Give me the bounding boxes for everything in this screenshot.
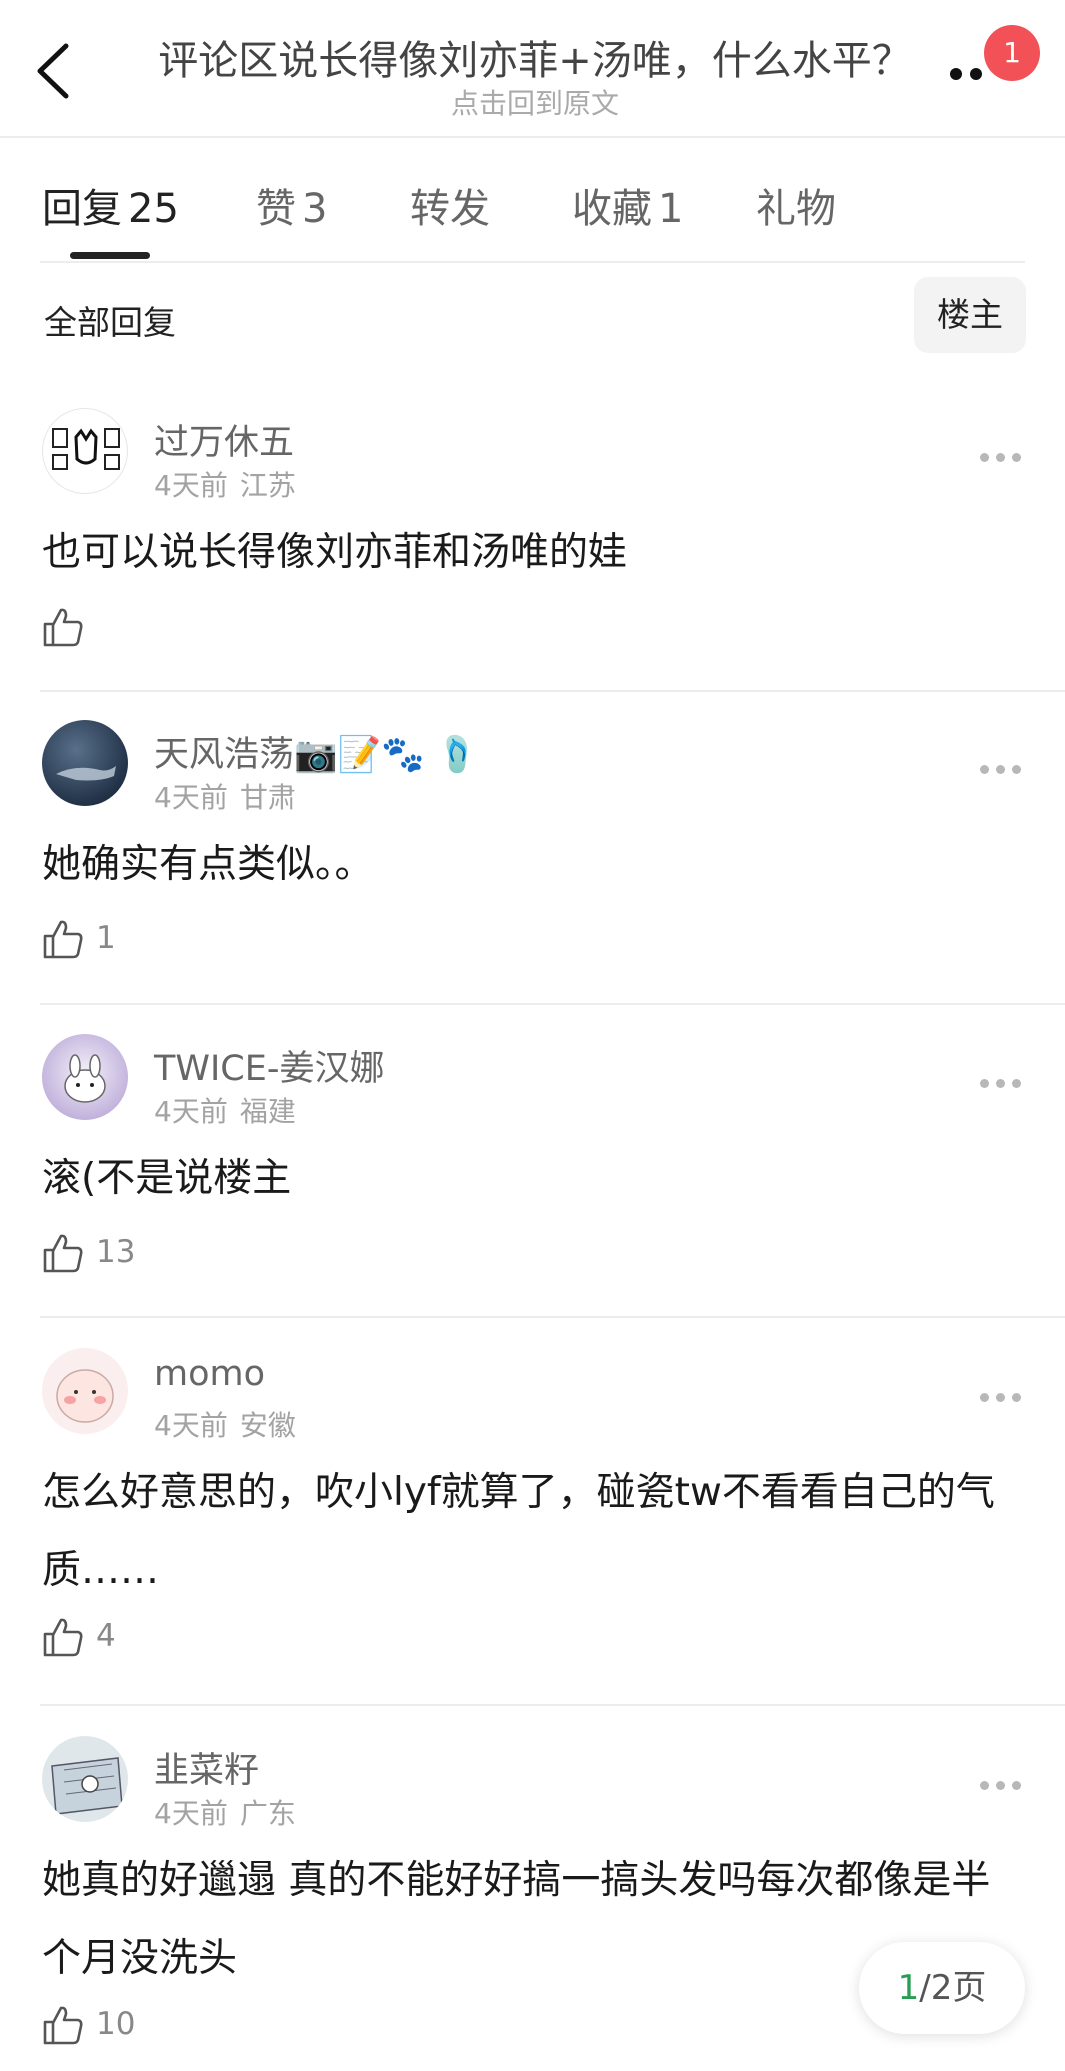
comment-location: 福建 (239, 1095, 296, 1128)
comment-more-button[interactable] (976, 1770, 1026, 1800)
divider (40, 1003, 1065, 1005)
comment-meta: 4天前 广东 (154, 1792, 296, 1832)
comment-item: 天风浩荡📷📝🐾 🩴 4天前 甘肃 她确实有点类似。。 1 (0, 712, 1065, 1002)
total-pages: /2页 (919, 1968, 987, 2008)
comment-text: 滚(不是说楼主 (42, 1156, 292, 1201)
avatar[interactable] (42, 1348, 128, 1434)
like-button[interactable]: 10 (42, 2000, 152, 2050)
tab-bar: 回复 25 赞3 转发 收藏 1 礼物 (0, 140, 1065, 263)
tab-reposts[interactable]: 转发 (410, 176, 490, 234)
tab-likes[interactable]: 赞3 (256, 176, 327, 234)
divider (40, 1704, 1065, 1706)
more-dots-icon (950, 68, 962, 80)
comment-time: 4天前 (154, 781, 228, 814)
comment-location: 江苏 (239, 469, 296, 502)
like-button[interactable]: 1 (42, 914, 142, 964)
tab-label: 礼物 (756, 186, 836, 232)
comment-text: 也可以说长得像刘亦菲和汤唯的娃 (42, 530, 628, 575)
chevron-left-icon (37, 43, 69, 99)
like-count: 13 (96, 1234, 136, 1270)
comment-time: 4天前 (154, 469, 228, 502)
username[interactable]: 天风浩荡📷📝🐾 🩴 (154, 726, 479, 777)
back-to-original-link[interactable]: 点击回到原文 (150, 82, 920, 122)
more-dots-icon (980, 765, 989, 774)
tab-label: 回复 (42, 186, 122, 232)
like-button[interactable]: 4 (42, 1612, 142, 1662)
thumbs-up-icon (43, 1618, 83, 1657)
comment-location: 安徽 (239, 1409, 296, 1442)
like-button[interactable] (42, 602, 102, 652)
tab-replies[interactable]: 回复 25 (42, 176, 179, 234)
divider (40, 1316, 1065, 1318)
comment-location: 广东 (239, 1797, 296, 1830)
comment-time: 4天前 (154, 1409, 228, 1442)
top-bar: 评论区说长得像刘亦菲+汤唯，什么水平？ 点击回到原文 1 (0, 0, 1065, 138)
comment-item: momo 4天前 安徽 怎么好意思的，吹小lyf就算了，碰瓷tw不看看自己的气质…… (0, 1340, 1065, 1700)
comment-location: 甘肃 (239, 781, 296, 814)
comment-meta: 4天前 福建 (154, 1090, 296, 1130)
tab-label: 赞 (256, 186, 296, 232)
username[interactable]: 韭菜籽 (154, 1742, 259, 1793)
post-title[interactable]: 评论区说长得像刘亦菲+汤唯，什么水平？ (150, 28, 920, 86)
comment-meta: 4天前 甘肃 (154, 776, 296, 816)
comment-more-button[interactable] (976, 442, 1026, 472)
thumbs-up-icon (43, 1234, 83, 1273)
like-count: 1 (96, 920, 116, 956)
owner-only-button[interactable]: 楼主 (914, 277, 1026, 353)
tab-count: 25 (128, 186, 179, 232)
avatar-drawing-icon (51, 1757, 123, 1815)
tab-favorites[interactable]: 收藏 1 (572, 176, 683, 234)
comment-more-button[interactable] (976, 1382, 1026, 1412)
comment-item: TWICE-姜汉娜 4天前 福建 滚(不是说楼主 13 (0, 1026, 1065, 1316)
more-dots-icon (980, 1079, 989, 1088)
thumbs-up-icon (43, 920, 83, 959)
comment-more-button[interactable] (976, 754, 1026, 784)
thumbs-up-icon (43, 2006, 83, 2045)
username[interactable]: 过万休五 (154, 414, 294, 465)
active-tab-indicator (70, 252, 150, 259)
comment-time: 4天前 (154, 1095, 228, 1128)
tab-label: 转发 (410, 186, 490, 232)
comment-text: 怎么好意思的，吹小lyf就算了，碰瓷tw不看看自己的气质…… (42, 1470, 995, 1593)
like-count: 4 (96, 1618, 116, 1654)
comment-item: 过万休五 4天前 江苏 也可以说长得像刘亦菲和汤唯的娃 (0, 400, 1065, 690)
more-dots-icon (980, 453, 989, 462)
avatar-blob-icon (56, 1369, 114, 1423)
avatar[interactable] (42, 408, 128, 494)
like-count: 10 (96, 2006, 136, 2042)
tab-gifts[interactable]: 礼物 (756, 176, 836, 234)
avatar[interactable] (42, 1034, 128, 1120)
all-replies-label: 全部回复 (44, 303, 176, 342)
thumbs-up-icon (43, 608, 83, 647)
divider (40, 261, 1025, 263)
avatar[interactable] (42, 1736, 128, 1822)
page-indicator-button[interactable]: 1/2页 (859, 1942, 1025, 2034)
comment-text: 她确实有点类似。。 (42, 842, 374, 887)
current-page: 1 (897, 1968, 920, 2008)
like-button[interactable]: 13 (42, 1228, 152, 1278)
comment-more-button[interactable] (976, 1068, 1026, 1098)
tab-count: 3 (302, 186, 328, 232)
avatar-whale-icon (56, 766, 116, 781)
tab-count: 1 (658, 186, 684, 232)
avatar[interactable] (42, 720, 128, 806)
comment-meta: 4天前 江苏 (154, 464, 296, 504)
divider (40, 690, 1065, 692)
more-dots-icon (980, 1393, 989, 1402)
tab-label: 收藏 (572, 186, 652, 232)
back-button[interactable] (28, 36, 84, 106)
comment-meta: 4天前 安徽 (154, 1404, 296, 1444)
username[interactable]: TWICE-姜汉娜 (154, 1040, 385, 1091)
comment-time: 4天前 (154, 1797, 228, 1830)
username[interactable]: momo (154, 1354, 265, 1394)
avatar-bunny-icon (64, 1054, 106, 1103)
more-dots-icon (980, 1781, 989, 1790)
avatar-seal-icon (52, 428, 120, 470)
notification-badge[interactable]: 1 (984, 25, 1040, 81)
